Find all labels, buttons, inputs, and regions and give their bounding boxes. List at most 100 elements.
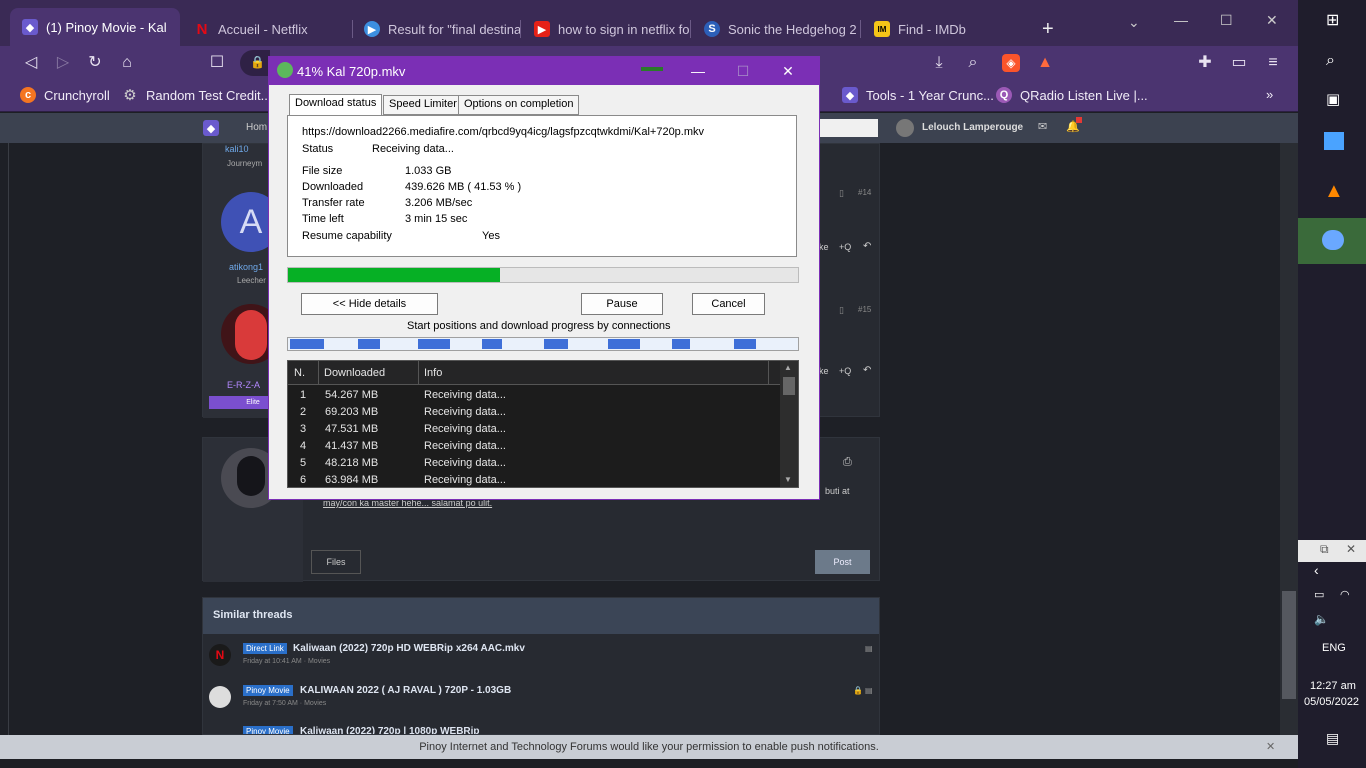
preview-icon[interactable]: ⎙	[843, 456, 852, 469]
scroll-down-icon[interactable]: ▼	[784, 475, 792, 484]
close-icon[interactable]: ✕	[1346, 542, 1356, 556]
tab-search-icon[interactable]: ⌄	[1128, 14, 1140, 31]
windows-start-icon[interactable]: ⊞	[1326, 10, 1339, 30]
reload-icon[interactable]: ↻	[86, 54, 104, 72]
tab-imdb[interactable]: IM Find - IMDb	[862, 12, 1030, 46]
connections-caption: Start positions and download progress by…	[407, 320, 671, 332]
reply-icon[interactable]: ↶	[863, 241, 871, 252]
app-icon[interactable]	[1324, 132, 1344, 150]
wifi-icon[interactable]: ◠	[1340, 588, 1350, 601]
reply-icon[interactable]: ↶	[863, 365, 871, 376]
col-info[interactable]: Info	[424, 367, 442, 379]
thread-title[interactable]: Kaliwaan (2022) 720p HD WEBRip x264 AAC.…	[293, 643, 525, 654]
tab-netflix[interactable]: N Accueil - Netflix	[182, 12, 352, 46]
mail-icon[interactable]: ✉	[1038, 120, 1047, 133]
language-indicator[interactable]: ENG	[1322, 642, 1346, 654]
scroll-up-icon[interactable]: ▲	[784, 363, 792, 372]
post-button[interactable]: Post	[815, 550, 870, 574]
volume-icon[interactable]: 🔈	[1314, 612, 1329, 626]
address-bar[interactable]: 🔒	[240, 50, 270, 76]
bookmark-crunchyroll[interactable]: c Crunchyroll	[20, 87, 110, 103]
post-number[interactable]: #15	[858, 305, 871, 314]
notification-center-icon[interactable]: ▤	[1326, 730, 1339, 747]
thread-title[interactable]: KALIWAAN 2022 ( AJ RAVAL ) 720P - 1.03GB	[300, 685, 511, 696]
quote-button[interactable]: +Q	[839, 242, 851, 252]
idm-taskbar-button[interactable]	[1298, 218, 1366, 264]
avatar[interactable]	[896, 119, 914, 137]
restore-icon[interactable]: ⧉	[1320, 542, 1329, 557]
tab-options-completion[interactable]: Options on completion	[458, 95, 580, 115]
minimize-icon[interactable]: —	[683, 61, 713, 81]
search-icon[interactable]: ⌕	[1326, 52, 1335, 70]
close-window-icon[interactable]: ✕	[1266, 12, 1278, 29]
back-icon[interactable]: ◁	[22, 54, 40, 72]
more-bookmarks-icon[interactable]: »	[1266, 87, 1273, 102]
bookmark-qradio[interactable]: Q QRadio Listen Live |...	[996, 87, 1148, 103]
dialog-title-bar[interactable]: 41% Kal 720p.mkv — ☐ ✕	[269, 57, 819, 85]
thread-badge[interactable]: Pinoy Movie	[243, 726, 293, 734]
scroll-thumb[interactable]	[783, 377, 795, 395]
table-cell-n: 2	[300, 406, 307, 418]
clock-date[interactable]: 05/05/2022	[1304, 696, 1359, 708]
table-cell-info: Receiving data...	[424, 474, 506, 486]
bookmark-random-test[interactable]: ⚙ Random Test Credit...	[122, 87, 271, 104]
tab-speed-limiter[interactable]: Speed Limiter	[383, 95, 463, 115]
thread-badge[interactable]: Pinoy Movie	[243, 685, 293, 696]
post-user[interactable]: E-R-Z-A	[227, 380, 260, 390]
col-downloaded[interactable]: Downloaded	[324, 367, 385, 379]
hide-details-button[interactable]: << Hide details	[301, 293, 438, 315]
files-label: Files	[326, 557, 346, 567]
page-scrollbar[interactable]	[1280, 143, 1298, 735]
like-label[interactable]: ke	[819, 242, 829, 252]
new-tab-button[interactable]: +	[1042, 18, 1054, 41]
bookmark-post-icon[interactable]: ▯	[839, 305, 844, 316]
tab-search-result[interactable]: ▶ Result for "final destinatio	[352, 12, 520, 46]
thread-badge[interactable]: Direct Link	[243, 643, 287, 654]
col-number[interactable]: N.	[294, 367, 305, 379]
maximize-icon[interactable]: ☐	[1220, 12, 1233, 29]
zoom-icon[interactable]: ⌕	[964, 54, 982, 72]
user-name[interactable]: Lelouch Lamperouge	[922, 122, 1023, 133]
table-scrollbar[interactable]: ▲ ▼	[780, 361, 798, 487]
close-notification-icon[interactable]: ✕	[1266, 735, 1275, 759]
nav-home[interactable]: Hom	[246, 122, 267, 133]
task-view-icon[interactable]: ▣	[1326, 90, 1340, 108]
minimize-icon[interactable]: —	[1174, 12, 1188, 28]
post-user[interactable]: kali10	[225, 144, 249, 154]
maximize-icon[interactable]: ☐	[728, 61, 758, 81]
wallet-icon[interactable]: ▭	[1230, 54, 1248, 72]
forum-search-input[interactable]	[820, 119, 878, 137]
post-number[interactable]: #14	[858, 188, 871, 197]
brave-shield-icon[interactable]: ◈	[1002, 54, 1020, 72]
clock-time[interactable]: 12:27 am	[1310, 680, 1356, 692]
vlc-icon[interactable]: ▲	[1324, 180, 1344, 203]
thread-title[interactable]: Kaliwaan (2022) 720p | 1080p WEBRip	[300, 726, 480, 734]
bookmark-post-icon[interactable]: ▯	[839, 188, 844, 199]
chevron-left-icon[interactable]: ‹	[1314, 562, 1319, 578]
brave-rewards-icon[interactable]: ▲	[1036, 54, 1054, 72]
post-user[interactable]: atikong1	[229, 262, 263, 272]
battery-icon[interactable]: ▭	[1314, 588, 1324, 601]
cancel-button[interactable]: Cancel	[692, 293, 765, 315]
thread-meta: Friday at 7:50 AM · Movies	[243, 700, 327, 707]
home-icon[interactable]: ⌂	[118, 54, 136, 72]
close-icon[interactable]: ✕	[773, 61, 803, 81]
install-icon[interactable]: ⤓	[930, 54, 948, 72]
close-tab-icon[interactable]: ✕	[179, 19, 180, 35]
bookmark-icon[interactable]: ☐	[208, 54, 226, 72]
extensions-icon[interactable]: ✚	[1196, 54, 1214, 72]
forward-icon[interactable]: ▷	[54, 54, 72, 72]
files-button[interactable]: Files	[311, 550, 361, 574]
tab-download-status[interactable]: Download status	[289, 94, 383, 116]
tab-sonic[interactable]: S Sonic the Hedgehog 2 | I	[692, 12, 860, 46]
connection-segment	[358, 339, 380, 349]
like-label[interactable]: ke	[819, 366, 829, 376]
quote-button[interactable]: +Q	[839, 366, 851, 376]
forum-logo-icon[interactable]: ◆	[203, 120, 219, 136]
rate-value: 3.206 MB/sec	[405, 197, 473, 209]
bookmark-tools[interactable]: ◆ Tools - 1 Year Crunc...	[842, 87, 994, 103]
pause-button[interactable]: Pause	[581, 293, 663, 315]
menu-icon[interactable]: ≡	[1264, 54, 1282, 72]
tab-pinoy-movie[interactable]: ◆ (1) Pinoy Movie - Kal ✕	[10, 8, 180, 46]
tab-youtube[interactable]: ▶ how to sign in netflix for	[522, 12, 690, 46]
